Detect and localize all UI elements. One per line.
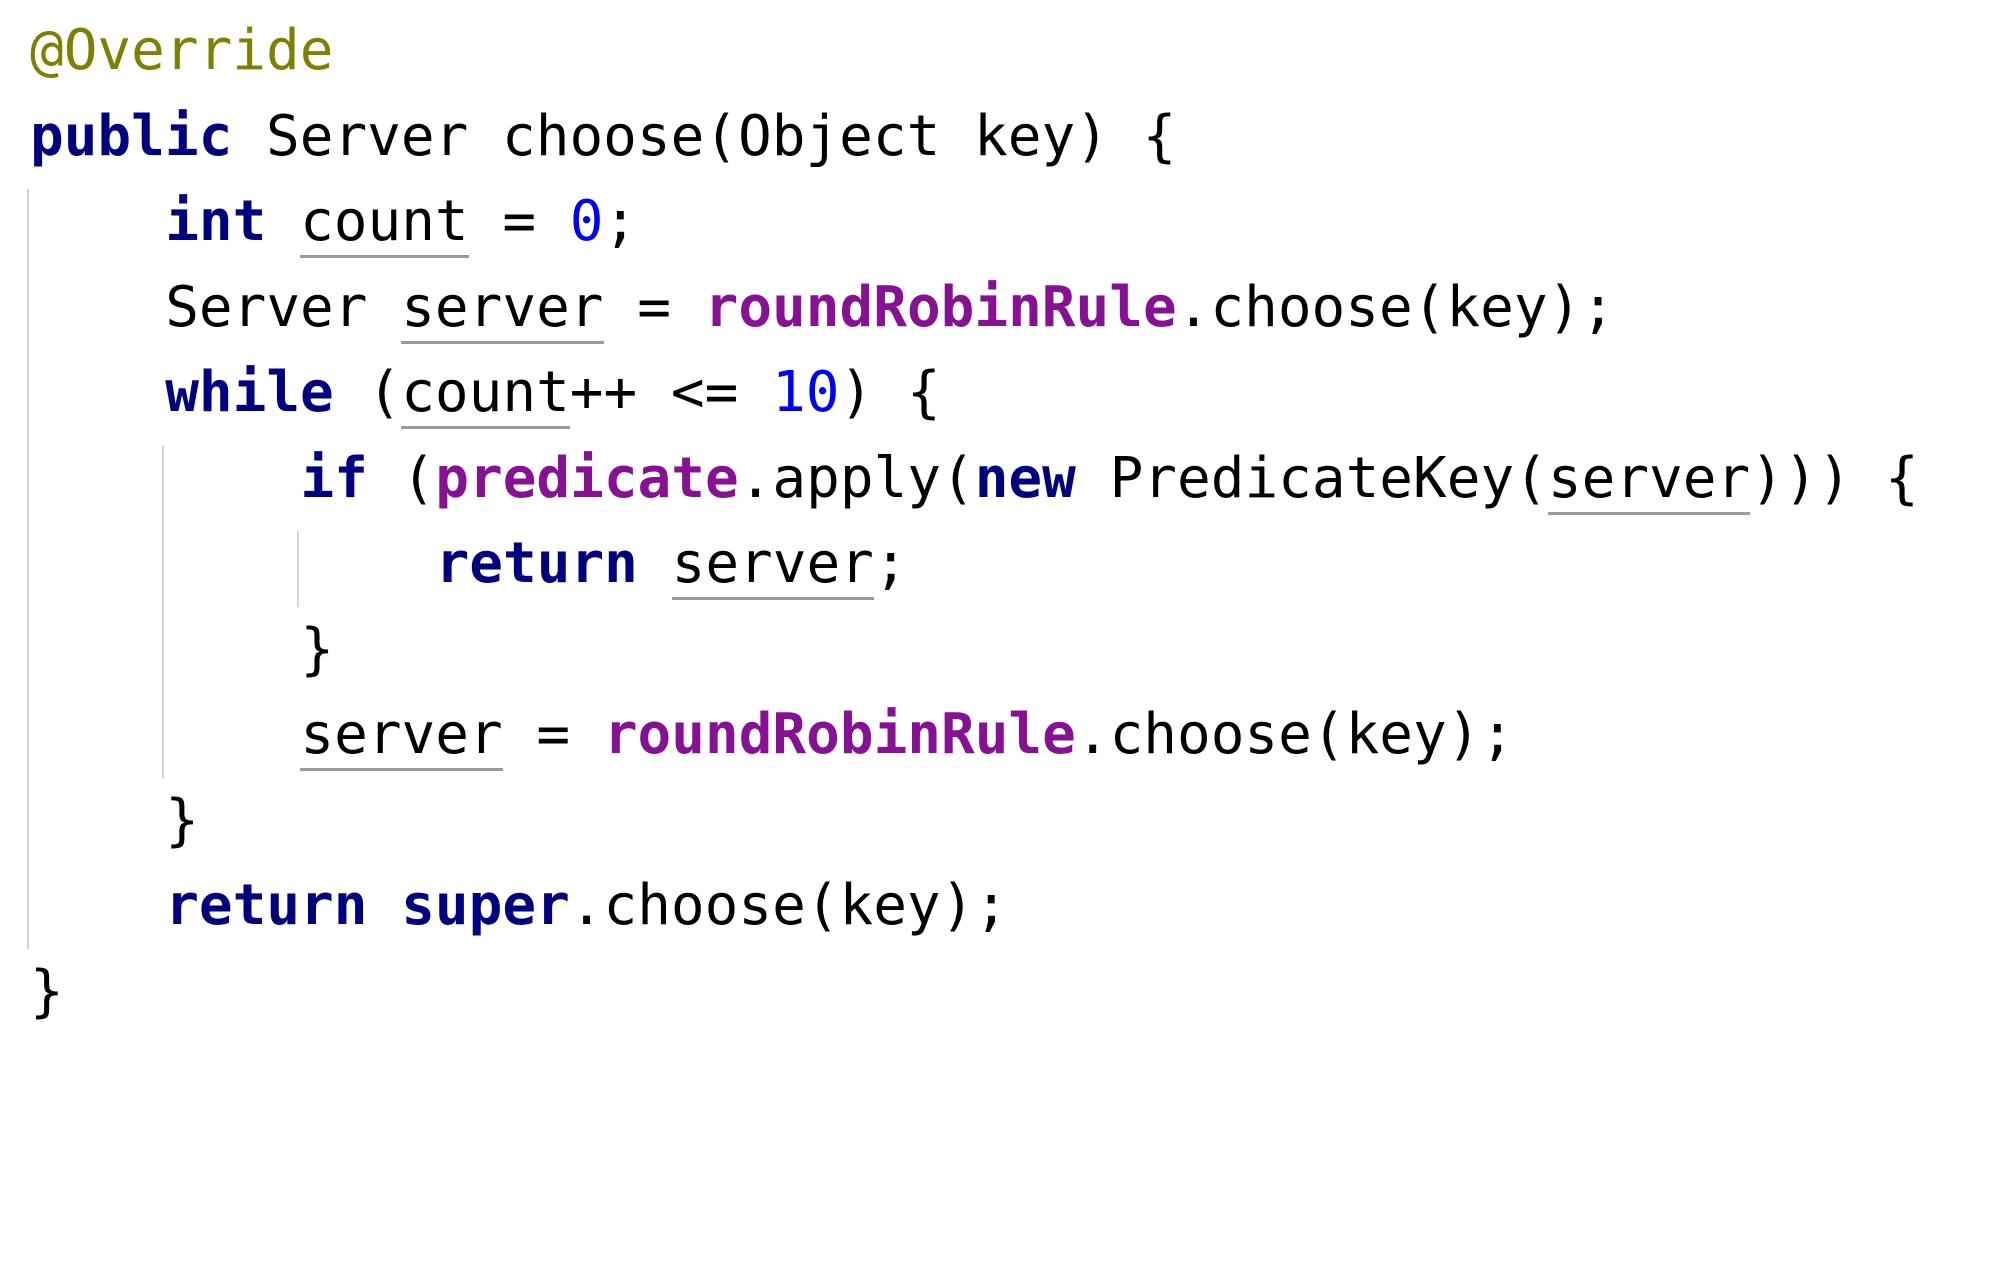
code-token-field: predicate — [435, 445, 739, 511]
code-token-plain: .choose(key); — [569, 873, 1009, 938]
code-token-plain: .choose(key); — [1176, 274, 1615, 340]
code-token-number: 0 — [569, 189, 604, 254]
code-line[interactable]: return server; — [0, 521, 2000, 607]
code-token-plain: ( — [333, 360, 402, 425]
code-token-keyword: public — [30, 103, 233, 169]
code-token-plain: = — [502, 702, 604, 767]
code-token-plain: Server — [165, 274, 402, 340]
code-line[interactable]: } — [0, 607, 2000, 693]
code-token-local: server — [401, 274, 604, 344]
code-token-plain: ++ <= — [569, 360, 773, 425]
code-token-plain: = — [468, 189, 570, 254]
code-token-keyword: return — [165, 873, 368, 938]
code-line[interactable]: return super.choose(key); — [0, 863, 2000, 949]
code-token-annotation: @Override — [30, 18, 334, 83]
code-lines: @Override public Server choose(Object key… — [0, 0, 2000, 1034]
code-token-plain: Server choose(Object key) { — [232, 103, 1177, 169]
code-token-plain: ; — [603, 189, 638, 254]
code-token-plain: ))) { — [1750, 445, 1919, 511]
code-token-plain: .choose(key); — [1075, 702, 1515, 767]
code-token-keyword: while — [165, 360, 334, 425]
code-token-local: count — [401, 360, 570, 429]
code-token-plain: .apply( — [738, 445, 975, 511]
code-line[interactable]: int count = 0; — [0, 179, 2000, 265]
code-editor-view[interactable]: @Override public Server choose(Object key… — [0, 0, 2000, 1271]
code-token-local: server — [671, 531, 874, 600]
code-line[interactable]: Server server = roundRobinRule.choose(ke… — [0, 265, 2000, 351]
code-token-keyword: new — [974, 445, 1076, 511]
code-token-plain: } — [165, 787, 199, 853]
code-token-plain: ( — [367, 445, 436, 511]
code-token-plain: PredicateKey( — [1075, 445, 1548, 511]
code-token-plain: ) { — [839, 360, 941, 425]
code-token-keyword: return — [435, 531, 638, 596]
code-token-field: roundRobinRule — [704, 274, 1177, 340]
code-token-keyword: super — [401, 873, 570, 938]
code-token-local: server — [300, 702, 503, 771]
code-token-plain: } — [300, 616, 335, 682]
code-token-field: roundRobinRule — [603, 702, 1076, 767]
code-line[interactable]: @Override — [0, 8, 2000, 94]
code-line[interactable]: server = roundRobinRule.choose(key); — [0, 692, 2000, 778]
code-line[interactable]: } — [0, 778, 2000, 864]
code-line[interactable]: public Server choose(Object key) { — [0, 94, 2000, 180]
code-line[interactable]: } — [0, 949, 2000, 1035]
code-line[interactable]: if (predicate.apply(new PredicateKey(ser… — [0, 436, 2000, 522]
code-token-keyword: int — [165, 189, 267, 254]
code-token-plain: ; — [873, 531, 908, 596]
code-token-local: count — [300, 189, 469, 258]
code-token-keyword: if — [300, 445, 368, 511]
code-token-plain: } — [30, 958, 64, 1024]
code-token-number: 10 — [772, 360, 840, 425]
code-token-plain: = — [603, 274, 705, 340]
code-line[interactable]: while (count++ <= 10) { — [0, 350, 2000, 436]
code-token-local: server — [1547, 445, 1751, 515]
